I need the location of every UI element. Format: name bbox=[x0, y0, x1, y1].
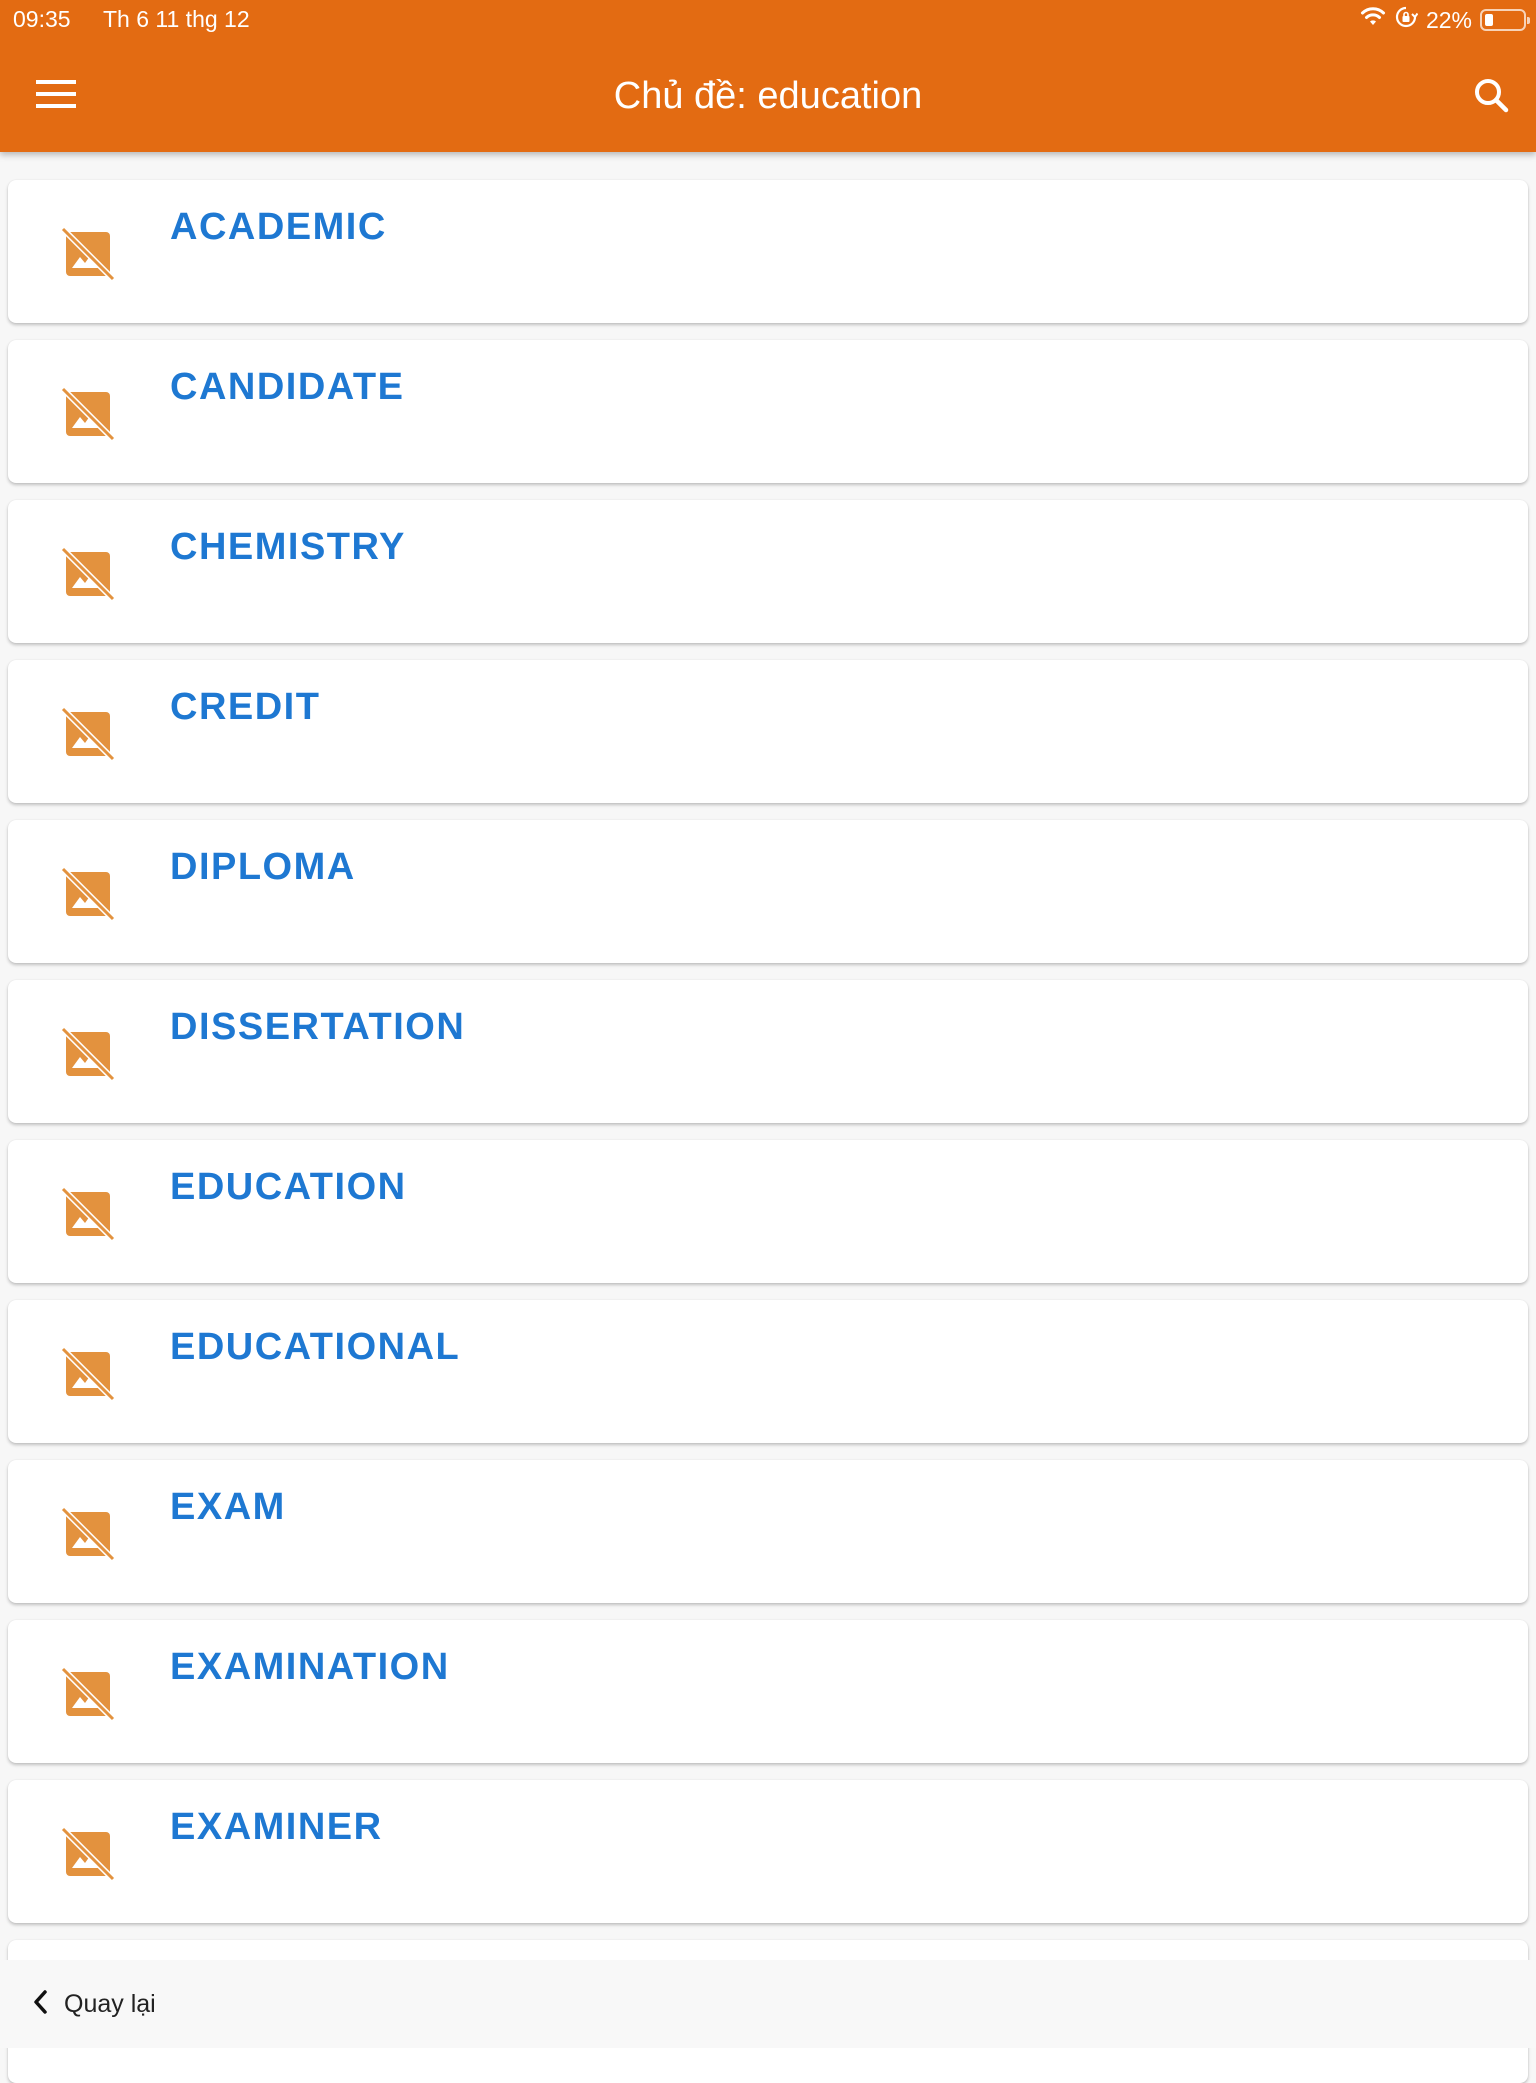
list-item[interactable]: EXAMINER bbox=[8, 1780, 1528, 1923]
image-not-supported-icon bbox=[60, 1666, 116, 1722]
battery-percent: 22% bbox=[1425, 6, 1472, 33]
image-not-supported-icon bbox=[60, 1346, 116, 1402]
page-title: Chủ đề: education bbox=[613, 75, 923, 117]
list-item[interactable]: DISSERTATION bbox=[8, 980, 1528, 1123]
list-item[interactable]: CANDIDATE bbox=[8, 340, 1528, 483]
list-item[interactable]: EXAM bbox=[8, 1460, 1528, 1603]
list-item[interactable]: CREDIT bbox=[8, 660, 1528, 803]
word-label: CHEMISTRY bbox=[170, 526, 406, 568]
image-not-supported-icon bbox=[60, 1506, 116, 1562]
list-item[interactable]: ACADEMIC bbox=[8, 180, 1528, 323]
back-label: Quay lại bbox=[64, 1989, 156, 2018]
list-item[interactable]: EXAMINATION bbox=[8, 1620, 1528, 1763]
image-not-supported-icon bbox=[60, 226, 116, 282]
word-label: CANDIDATE bbox=[170, 366, 405, 408]
app-header: 09:35 Th 6 11 thg 12 22% Chủ đề: educati… bbox=[0, 0, 1536, 152]
list-item[interactable]: EDUCATIONAL bbox=[8, 1300, 1528, 1443]
word-label: CREDIT bbox=[170, 686, 321, 728]
image-not-supported-icon bbox=[60, 1026, 116, 1082]
image-not-supported-icon bbox=[60, 546, 116, 602]
status-time: 09:35 bbox=[13, 6, 71, 32]
image-not-supported-icon bbox=[60, 706, 116, 762]
word-label: EXAMINATION bbox=[170, 1646, 450, 1688]
list-item[interactable]: CHEMISTRY bbox=[8, 500, 1528, 643]
image-not-supported-icon bbox=[60, 1186, 116, 1242]
status-bar: 09:35 Th 6 11 thg 12 22% bbox=[0, 0, 1536, 40]
image-not-supported-icon bbox=[60, 386, 116, 442]
word-label: ACADEMIC bbox=[170, 206, 387, 248]
word-label: EXAM bbox=[170, 1486, 286, 1528]
back-button[interactable]: Quay lại bbox=[30, 1982, 156, 2026]
list-item[interactable]: EDUCATION bbox=[8, 1140, 1528, 1283]
search-icon[interactable] bbox=[1468, 72, 1516, 120]
status-date: Th 6 11 thg 12 bbox=[103, 6, 250, 32]
bottom-bar: Quay lại bbox=[0, 1960, 1536, 2048]
word-label: EDUCATIONAL bbox=[170, 1326, 461, 1368]
word-label: DIPLOMA bbox=[170, 846, 356, 888]
status-right: 22% bbox=[1360, 5, 1530, 35]
word-label: DISSERTATION bbox=[170, 1006, 466, 1048]
wifi-icon bbox=[1360, 6, 1386, 34]
chevron-left-icon bbox=[30, 1988, 50, 2021]
image-not-supported-icon bbox=[60, 1826, 116, 1882]
list-item[interactable]: DIPLOMA bbox=[8, 820, 1528, 963]
word-label: EXAMINER bbox=[170, 1806, 383, 1848]
battery-fill bbox=[1485, 14, 1493, 26]
word-label: EDUCATION bbox=[170, 1166, 407, 1208]
battery-icon bbox=[1480, 9, 1530, 31]
rotation-lock-icon bbox=[1394, 5, 1419, 35]
image-not-supported-icon bbox=[60, 866, 116, 922]
